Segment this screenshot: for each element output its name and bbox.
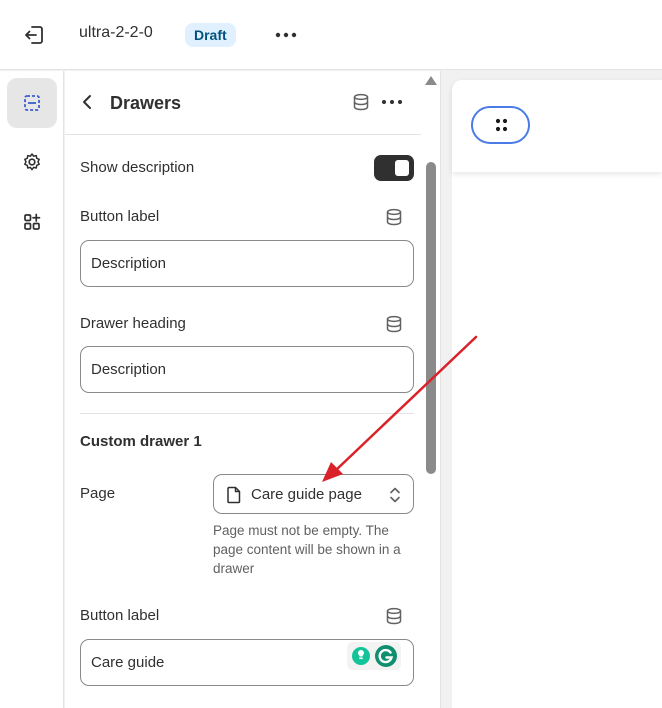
exit-icon[interactable] (22, 24, 46, 46)
scroll-thumb[interactable] (426, 162, 436, 474)
apps-button[interactable] (7, 197, 57, 247)
button-label-input[interactable]: Description (80, 240, 414, 287)
sections-button[interactable] (7, 78, 57, 128)
database-icon[interactable] (385, 315, 403, 333)
button-label-label: Button label (80, 607, 160, 624)
drag-handle-icon (495, 118, 508, 132)
gear-icon (24, 153, 40, 171)
status-badge: Draft (185, 23, 236, 47)
apps-icon (24, 213, 41, 230)
panel-title: Drawers (110, 93, 182, 113)
panel-header: Drawers (65, 71, 421, 135)
theme-name: ultra-2-2-0 (79, 24, 153, 41)
section-title: Custom drawer 1 (80, 433, 202, 450)
more-actions-icon[interactable] (272, 24, 300, 46)
settings-panel: Drawers Show description Button label De… (65, 71, 421, 708)
show-description-label: Show description (80, 159, 195, 176)
page-icon (227, 486, 241, 504)
top-bar: ultra-2-2-0 Draft (0, 0, 662, 70)
button-label-label: Button label (80, 208, 160, 225)
show-description-toggle[interactable] (374, 155, 414, 181)
select-chevron-icon (390, 487, 400, 503)
drawer-heading-label: Drawer heading (80, 315, 186, 332)
page-help-text: Page must not be empty. The page content… (213, 523, 401, 576)
drag-handle-button[interactable] (471, 106, 530, 144)
page-label: Page (80, 485, 116, 502)
page-picker-value: Care guide page (251, 486, 362, 503)
theme-settings-button[interactable] (7, 137, 57, 187)
sections-icon (24, 95, 40, 111)
toggle-knob (395, 160, 409, 176)
section-divider (80, 413, 414, 414)
database-icon[interactable] (385, 607, 403, 625)
preview-canvas (452, 172, 662, 708)
scroll-up-arrow-icon[interactable] (425, 76, 437, 85)
drawer-heading-input[interactable]: Description (80, 346, 414, 393)
page-picker[interactable]: Care guide page (213, 474, 414, 514)
more-options-icon[interactable] (380, 93, 404, 111)
left-rail (0, 71, 64, 708)
database-icon[interactable] (385, 208, 403, 226)
database-icon[interactable] (352, 93, 370, 116)
back-icon[interactable] (79, 91, 97, 113)
grammarly-widget[interactable] (347, 642, 401, 670)
grammarly-icon (375, 645, 397, 667)
